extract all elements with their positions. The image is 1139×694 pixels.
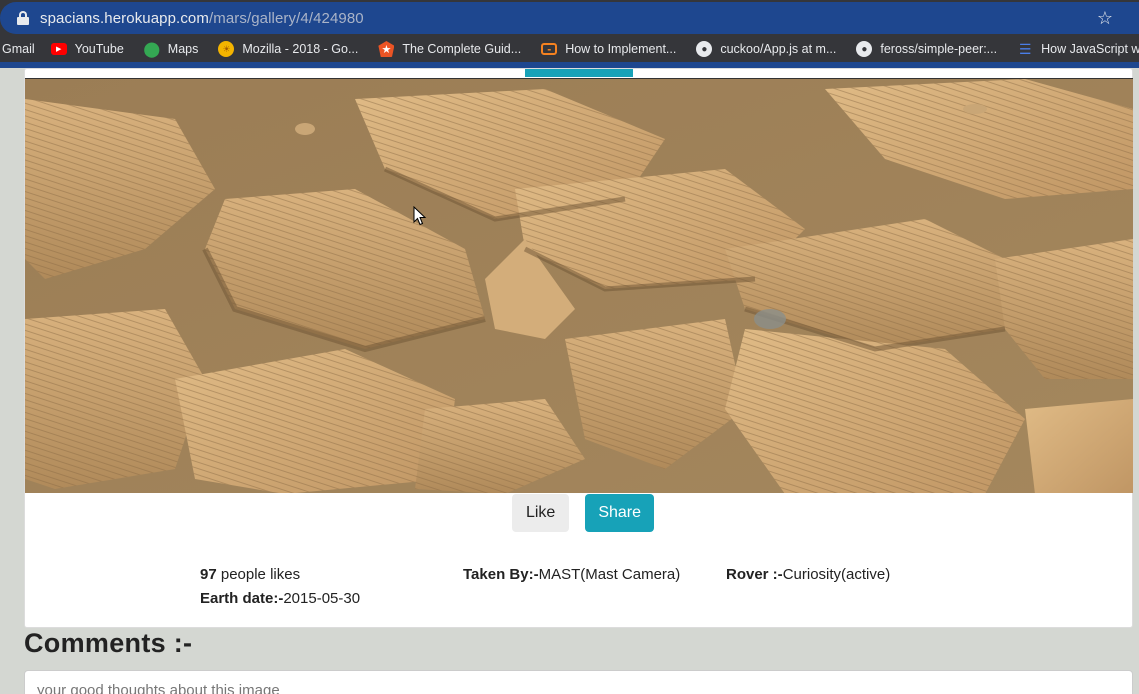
maps-icon: ⬤ (143, 41, 161, 58)
rover-info: Rover :-Curiosity(active) (726, 566, 891, 583)
taken-by: Taken By:-MAST(Mast Camera) (463, 566, 681, 583)
share-button[interactable]: Share (585, 494, 655, 532)
bookmark-mozilla[interactable]: ☀ Mozilla - 2018 - Go... (218, 41, 358, 57)
comments-heading: Comments :- (24, 628, 193, 658)
code-icon: - (541, 43, 558, 55)
photo-card: Like Share 97 people likes Earth date:-2… (24, 68, 1133, 628)
bookmark-gmail[interactable]: Gmail (2, 42, 35, 56)
omnibox[interactable]: spacians.herokuapp.com/mars/gallery/4/42… (0, 2, 1139, 34)
bookmarks-bar: Gmail ▶ YouTube ⬤ Maps ☀ Mozilla - 2018 … (0, 36, 1139, 62)
auth0-icon: ★ (378, 41, 395, 57)
lock-icon[interactable] (16, 10, 30, 26)
browser-address-bar: spacians.herokuapp.com/mars/gallery/4/42… (0, 0, 1139, 36)
bookmark-simple-peer[interactable]: ● feross/simple-peer:... (856, 41, 997, 57)
like-button[interactable]: Like (511, 494, 570, 532)
bookmark-how-to-implement[interactable]: - How to Implement... (541, 42, 676, 56)
github-icon: ● (696, 41, 713, 57)
mouse-cursor-icon (413, 206, 427, 226)
bookmark-how-javascript[interactable]: ☰ How JavaScript wor... (1017, 41, 1139, 57)
bookmark-page-icon: ☰ (1018, 40, 1032, 57)
mars-photo (25, 78, 1133, 493)
url-text[interactable]: spacians.herokuapp.com/mars/gallery/4/42… (40, 10, 364, 27)
bookmark-complete-guide[interactable]: ★ The Complete Guid... (378, 41, 521, 57)
bookmark-youtube[interactable]: ▶ YouTube (50, 42, 124, 56)
youtube-icon: ▶ (50, 43, 67, 55)
action-buttons: Like Share (25, 494, 1133, 532)
mars-rock-image (25, 79, 1133, 493)
earth-date: Earth date:-2015-05-30 (200, 590, 361, 607)
bookmark-star-icon[interactable]: ☆ (1097, 8, 1113, 28)
github-icon: ● (856, 41, 873, 57)
mozilla-icon: ☀ (218, 41, 235, 57)
likes-and-date: 97 people likes Earth date:-2015-05-30 (200, 563, 360, 611)
likes-count: 97 people likes (200, 566, 301, 583)
comment-input[interactable] (24, 670, 1133, 694)
active-tab-indicator (525, 69, 633, 77)
bookmark-cuckoo[interactable]: ● cuckoo/App.js at m... (696, 41, 836, 57)
bookmark-maps[interactable]: ⬤ Maps (143, 41, 198, 58)
